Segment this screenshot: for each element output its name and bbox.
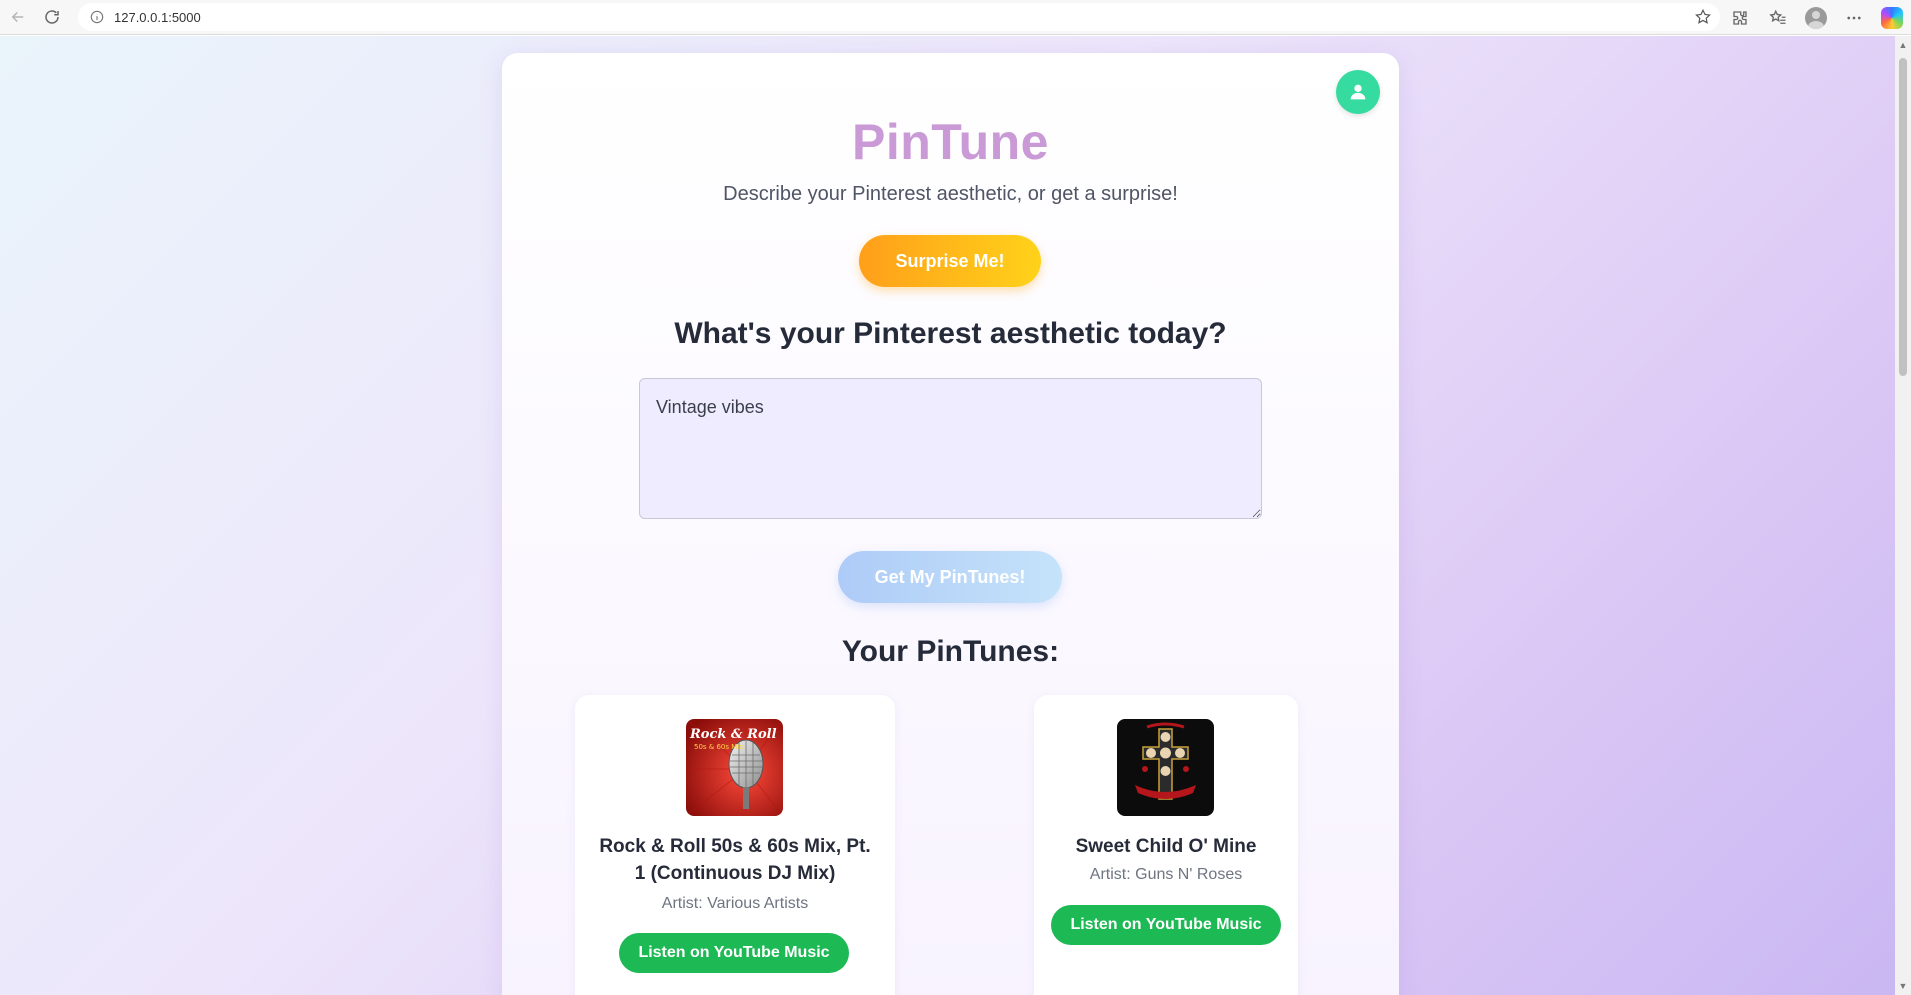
get-pintunes-button[interactable]: Get My PinTunes! xyxy=(838,551,1062,603)
user-icon xyxy=(1350,84,1366,100)
page-viewport: PinTune Describe your Pinterest aestheti… xyxy=(0,36,1911,995)
extensions-icon[interactable] xyxy=(1721,2,1759,34)
song-artist: Artist: Guns N' Roses xyxy=(1089,866,1243,883)
results-heading: Your PinTunes: xyxy=(841,635,1060,668)
listen-youtube-music-button[interactable]: Listen on YouTube Music xyxy=(619,933,849,973)
browser-toolbar: 127.0.0.1:5000 xyxy=(0,0,1911,35)
app-subtitle: Describe your Pinterest aesthetic, or ge… xyxy=(723,183,1178,205)
song-title: Rock & Roll 50s & 60s Mix, Pt. 1 (Contin… xyxy=(599,836,871,884)
favorites-icon[interactable] xyxy=(1759,2,1797,34)
scroll-down-icon[interactable]: ▼ xyxy=(1898,981,1908,991)
svg-text:Rock & Roll: Rock & Roll xyxy=(689,727,777,742)
main-card: PinTune Describe your Pinterest aestheti… xyxy=(502,53,1399,995)
song-card: Sweet Child O' Mine Artist: Guns N' Rose… xyxy=(1034,695,1298,995)
listen-youtube-music-button[interactable]: Listen on YouTube Music xyxy=(1051,905,1281,945)
more-icon[interactable] xyxy=(1835,2,1873,34)
aesthetic-question-heading: What's your Pinterest aesthetic today? xyxy=(674,317,1227,350)
song-card: Rock & Roll 50s & 60s Mix Rock & Roll 50… xyxy=(575,695,895,995)
profile-icon[interactable] xyxy=(1797,2,1835,34)
album-cover: Rock & Roll 50s & 60s Mix xyxy=(686,719,783,816)
star-icon[interactable] xyxy=(1694,8,1712,26)
info-icon[interactable] xyxy=(90,10,104,24)
page-scrollbar[interactable]: ▲ ▼ xyxy=(1895,36,1911,995)
app-title: PinTune xyxy=(851,114,1049,170)
scroll-up-icon[interactable]: ▲ xyxy=(1898,40,1908,50)
svg-text:50s & 60s Mix: 50s & 60s Mix xyxy=(694,743,743,751)
song-artist: Artist: Various Artists xyxy=(661,895,809,912)
url-text: 127.0.0.1:5000 xyxy=(114,9,201,25)
user-profile-button[interactable] xyxy=(1336,70,1380,114)
surprise-me-button[interactable]: Surprise Me! xyxy=(859,235,1041,287)
back-icon[interactable] xyxy=(2,1,34,33)
album-cover xyxy=(1117,719,1214,816)
address-bar[interactable]: 127.0.0.1:5000 xyxy=(78,3,1720,31)
reload-icon[interactable] xyxy=(36,1,68,33)
scroll-thumb[interactable] xyxy=(1899,58,1907,376)
song-title: Sweet Child O' Mine xyxy=(1075,836,1257,857)
aesthetic-input[interactable]: Vintage vibes xyxy=(639,378,1262,519)
copilot-icon[interactable] xyxy=(1873,2,1911,34)
